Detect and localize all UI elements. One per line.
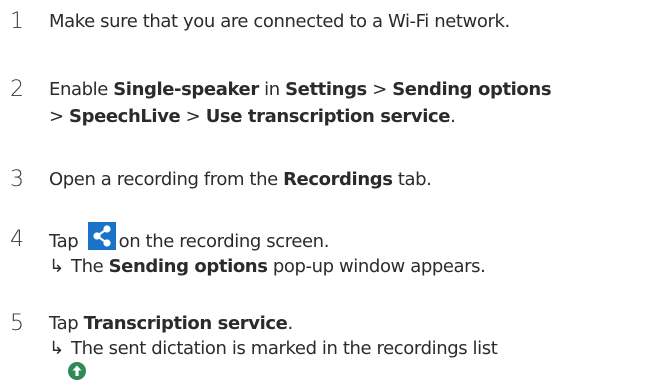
step-text: Open a recording from the Recordings tab… xyxy=(49,169,432,190)
step-text-line-2: > SpeechLive > Use transcription service… xyxy=(49,106,456,127)
upload-arrow-icon xyxy=(68,362,86,380)
step-text-line-1: Enable Single-speaker in Settings > Send… xyxy=(49,79,552,100)
result-arrow-icon: ↳ xyxy=(49,256,64,277)
step-result: ↳ The sent dictation is marked in the rec… xyxy=(49,338,498,359)
step-number: 1 xyxy=(10,9,24,34)
instructions-page: 1 Make sure that you are connected to a … xyxy=(0,0,662,383)
step-number: 4 xyxy=(10,227,24,252)
step-text: Tap Transcription service. xyxy=(49,313,293,334)
step-text: Tap on the recording screen. xyxy=(49,222,329,254)
step-result: ↳ The Sending options pop-up window appea… xyxy=(49,256,486,277)
step-number: 5 xyxy=(10,311,24,336)
step-text: Make sure that you are connected to a Wi… xyxy=(49,11,510,32)
step-number: 3 xyxy=(10,167,24,192)
step-number: 2 xyxy=(10,77,24,102)
share-icon xyxy=(87,222,116,250)
result-arrow-icon: ↳ xyxy=(49,338,64,359)
